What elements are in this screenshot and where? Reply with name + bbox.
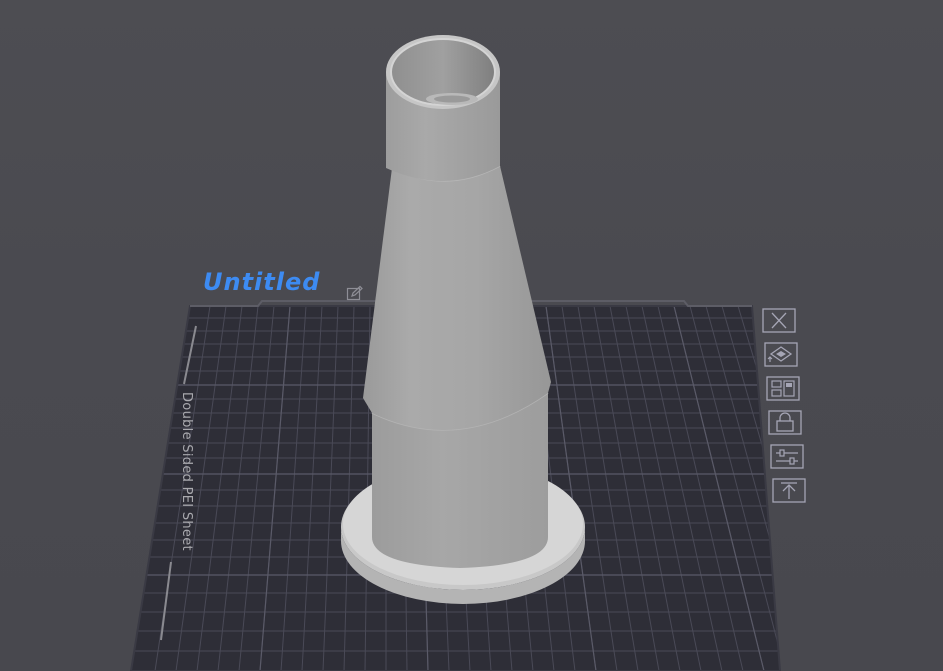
- edit-icon[interactable]: [346, 285, 364, 301]
- delete-plate-button[interactable]: [762, 308, 796, 333]
- plate-toolbar: [760, 306, 816, 512]
- close-icon: [762, 308, 796, 333]
- lock-icon: [768, 410, 802, 435]
- lock-plate-button[interactable]: [768, 410, 802, 435]
- move-to-top-button[interactable]: [772, 478, 806, 503]
- arrange-plate-button[interactable]: [766, 376, 800, 401]
- sheet-label: Double Sided PEI Sheet: [179, 392, 194, 551]
- orient-icon: [764, 342, 798, 367]
- plate-title[interactable]: Untitled: [203, 270, 320, 294]
- arrange-icon: [766, 376, 800, 401]
- plate-settings-button[interactable]: [770, 444, 804, 469]
- 3d-viewport[interactable]: Untitled Double Sided PEI Sheet: [0, 0, 943, 671]
- orient-plate-button[interactable]: [764, 342, 798, 367]
- sliders-icon: [770, 444, 804, 469]
- arrow-up-icon: [772, 478, 806, 503]
